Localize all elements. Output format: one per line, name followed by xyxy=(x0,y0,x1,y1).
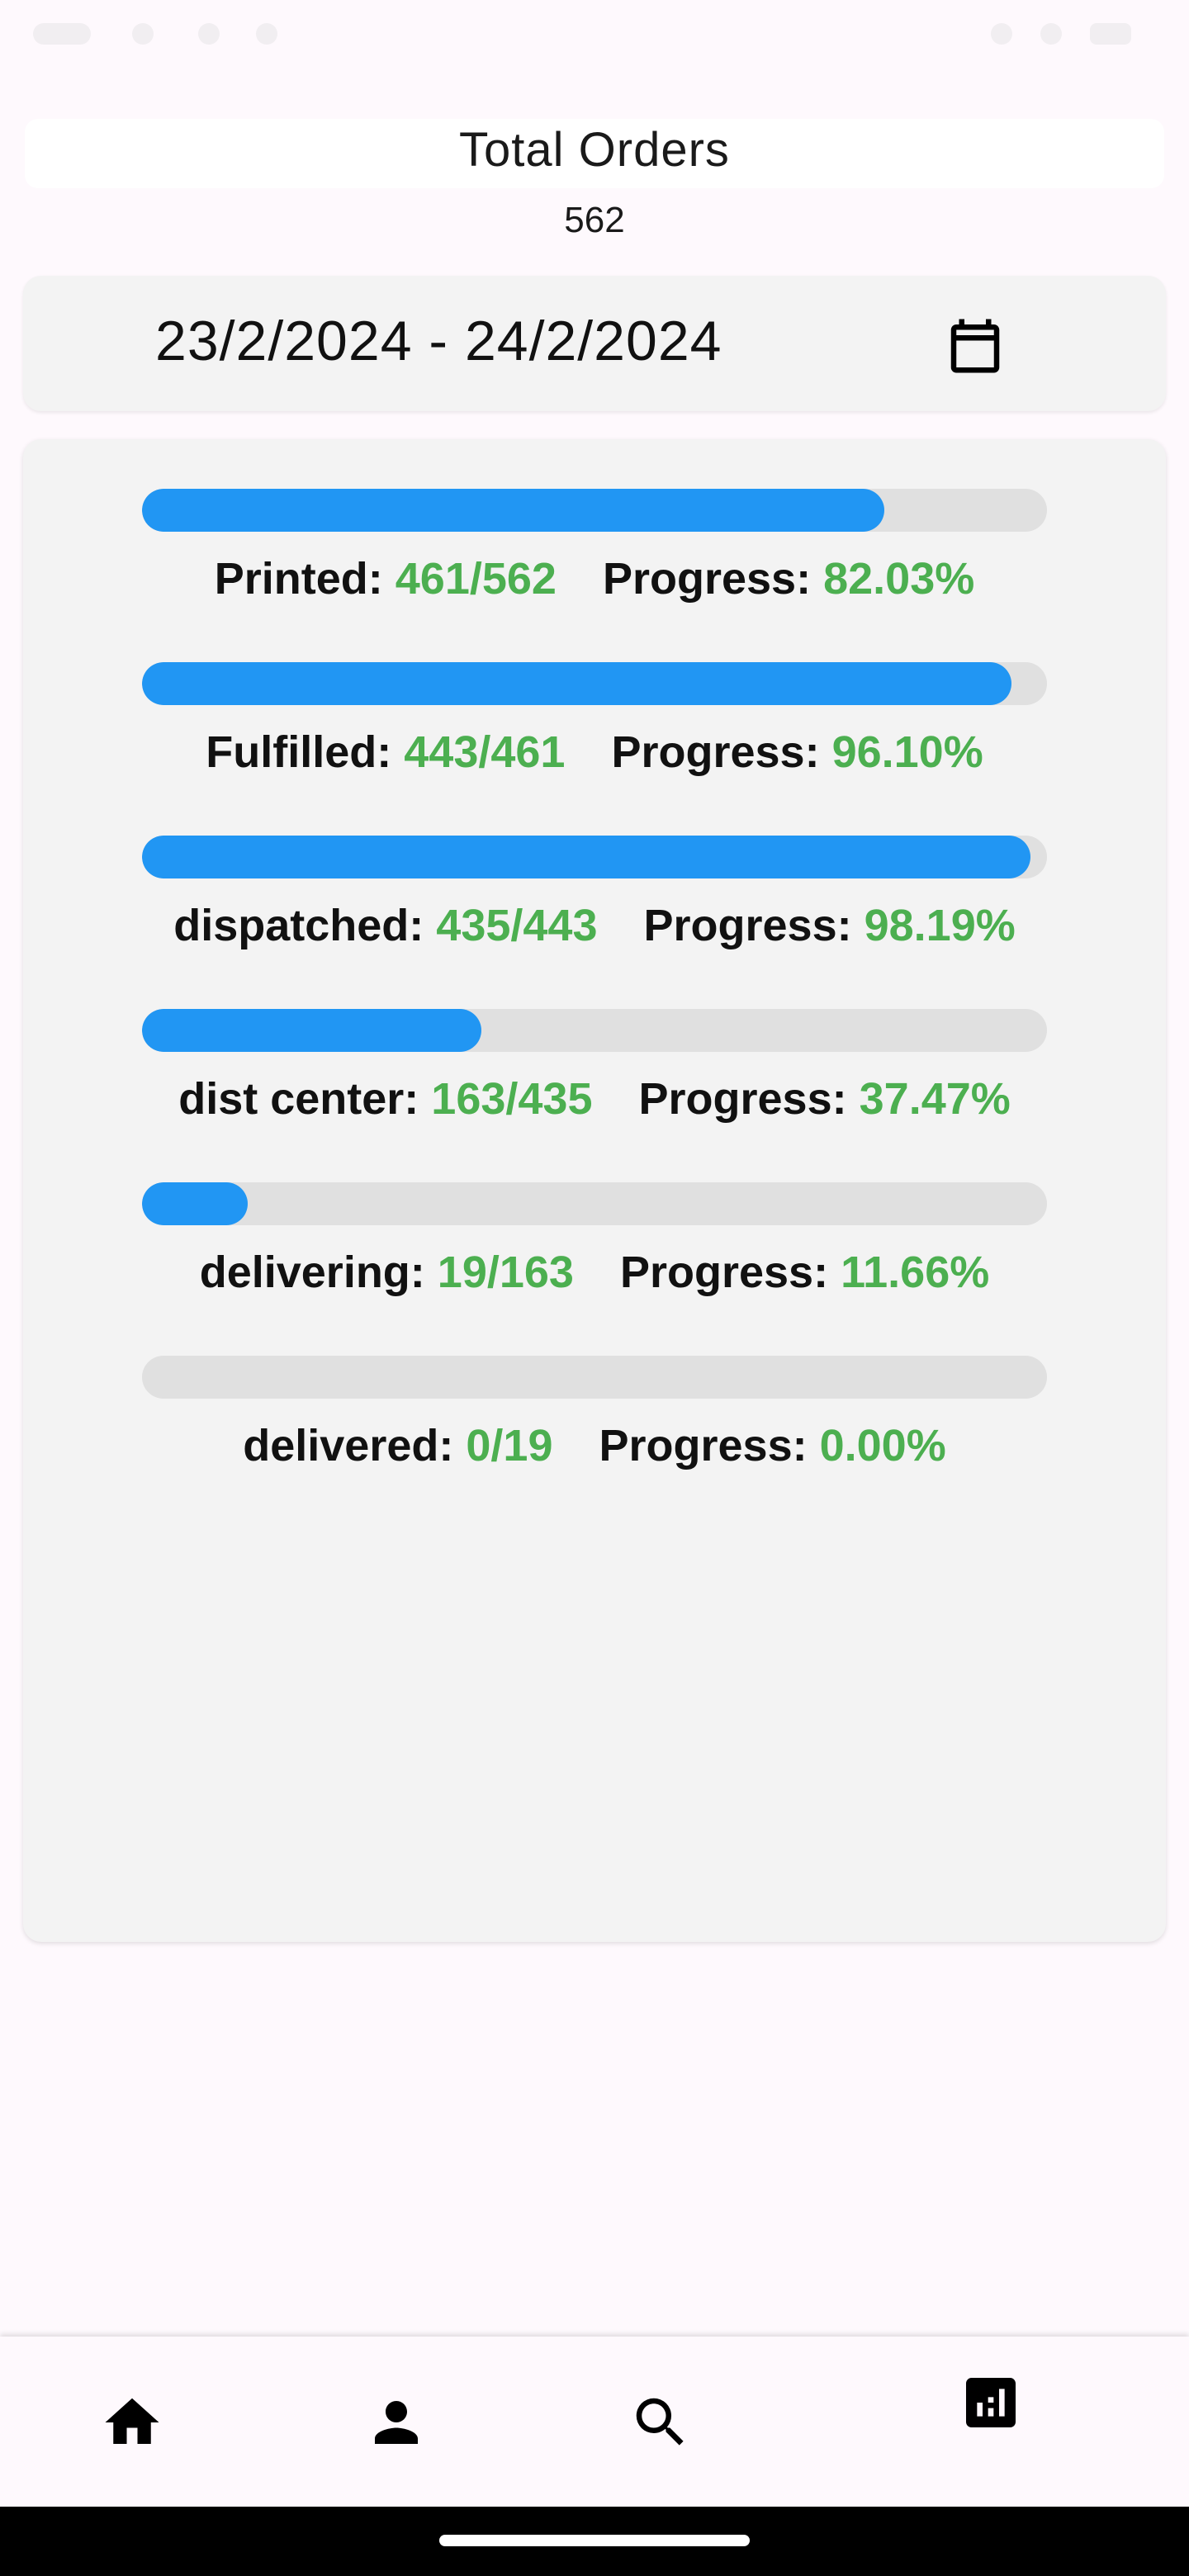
date-range-picker[interactable]: 23/2/2024 - 24/2/2024 xyxy=(23,276,1166,411)
total-orders-title: Total Orders xyxy=(459,123,730,177)
stage-name: Fulfilled: xyxy=(206,727,392,777)
stage-label-row: delivered: 0/19 Progress: 0.00% xyxy=(23,1420,1166,1471)
progress-label: Progress: xyxy=(611,727,820,777)
stage-fulfilled: Fulfilled: 443/461 Progress: 96.10% xyxy=(23,637,1166,803)
stage-name: delivered: xyxy=(243,1421,454,1470)
stage-count: 19/163 xyxy=(437,1248,574,1297)
calendar-button[interactable] xyxy=(938,309,1012,383)
nav-home[interactable] xyxy=(83,2373,182,2472)
stage-delivered: delivered: 0/19 Progress: 0.00% xyxy=(23,1331,1166,1496)
stage-count: 435/443 xyxy=(436,901,598,950)
stage-count: 0/19 xyxy=(466,1421,553,1470)
progress-fill xyxy=(142,662,1012,705)
stage-label-row: dispatched: 435/443 Progress: 98.19% xyxy=(23,900,1166,951)
stage-label-row: dist center: 163/435 Progress: 37.47% xyxy=(23,1073,1166,1125)
wifi-icon xyxy=(991,23,1012,45)
progress-percent: 82.03% xyxy=(823,554,975,604)
status-icon xyxy=(256,23,277,45)
progress-track xyxy=(142,836,1047,878)
nav-profile[interactable] xyxy=(347,2373,446,2472)
progress-percent: 96.10% xyxy=(831,727,983,777)
progress-fill xyxy=(142,1009,481,1052)
progress-percent: 0.00% xyxy=(819,1421,946,1470)
stage-count: 443/461 xyxy=(404,727,566,777)
bottom-navigation xyxy=(0,2337,1189,2507)
progress-label: Progress: xyxy=(599,1421,808,1470)
date-range-text: 23/2/2024 - 24/2/2024 xyxy=(155,310,722,372)
nav-statistics[interactable] xyxy=(941,2353,1040,2452)
stage-dispatched: dispatched: 435/443 Progress: 98.19% xyxy=(23,811,1166,976)
stage-name: dispatched: xyxy=(173,901,424,950)
progress-percent: 98.19% xyxy=(864,901,1016,950)
stage-count: 163/435 xyxy=(431,1074,593,1124)
stage-name: Printed: xyxy=(214,554,383,604)
signal-icon xyxy=(1040,23,1062,45)
bar-chart-icon xyxy=(966,2378,1016,2427)
progress-label: Progress: xyxy=(643,901,852,950)
stage-label-row: delivering: 19/163 Progress: 11.66% xyxy=(23,1247,1166,1298)
stage-dist-center: dist center: 163/435 Progress: 37.47% xyxy=(23,984,1166,1149)
total-orders-value: 562 xyxy=(564,200,625,240)
search-icon xyxy=(636,2398,684,2446)
progress-label: Progress: xyxy=(638,1074,847,1124)
progress-label: Progress: xyxy=(602,554,812,604)
nav-search[interactable] xyxy=(611,2373,710,2472)
system-gesture-bar xyxy=(0,2507,1189,2576)
home-icon xyxy=(105,2398,159,2444)
progress-track xyxy=(142,1356,1047,1399)
person-icon xyxy=(375,2401,418,2444)
stage-count: 461/562 xyxy=(395,554,557,604)
status-time-placeholder xyxy=(33,23,91,45)
status-bar xyxy=(0,0,1189,66)
progress-track xyxy=(142,1182,1047,1225)
status-icon xyxy=(132,23,154,45)
progress-label: Progress: xyxy=(619,1248,829,1297)
calendar-icon xyxy=(950,319,1000,373)
stage-delivering: delivering: 19/163 Progress: 11.66% xyxy=(23,1158,1166,1323)
status-icon xyxy=(198,23,220,45)
stage-label-row: Printed: 461/562 Progress: 82.03% xyxy=(23,553,1166,604)
progress-fill xyxy=(142,836,1031,878)
progress-fill xyxy=(142,1182,248,1225)
stage-label-row: Fulfilled: 443/461 Progress: 96.10% xyxy=(23,727,1166,778)
progress-percent: 37.47% xyxy=(859,1074,1011,1124)
stage-name: dist center: xyxy=(178,1074,419,1124)
progress-track xyxy=(142,489,1047,532)
progress-percent: 11.66% xyxy=(841,1248,990,1297)
progress-track xyxy=(142,1009,1047,1052)
progress-fill xyxy=(142,489,885,532)
progress-track xyxy=(142,662,1047,705)
home-gesture-handle[interactable] xyxy=(439,2535,750,2546)
progress-card: Printed: 461/562 Progress: 82.03% Fulfill… xyxy=(23,439,1166,1942)
stage-printed: Printed: 461/562 Progress: 82.03% xyxy=(23,464,1166,629)
stage-name: delivering: xyxy=(199,1248,425,1297)
battery-icon xyxy=(1090,23,1131,45)
